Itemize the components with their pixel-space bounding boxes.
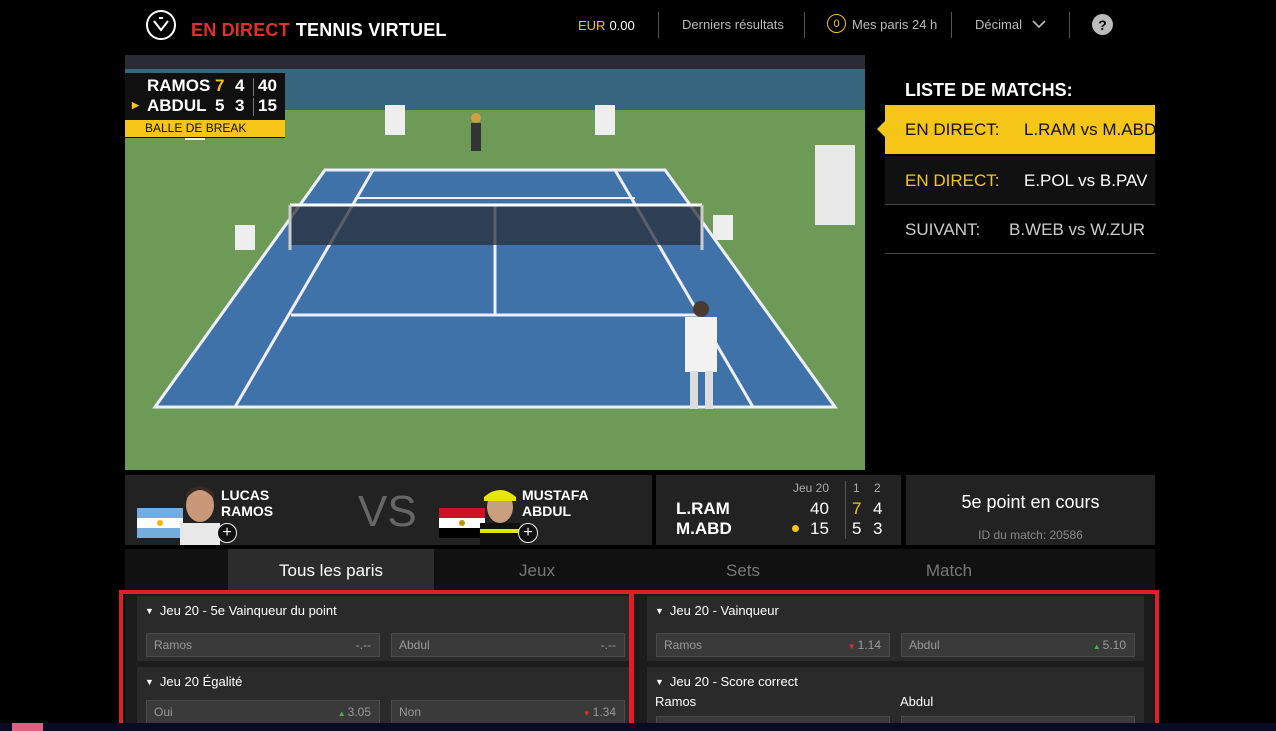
bottom-strip [0, 723, 1276, 731]
game-number: Jeu 20 [793, 481, 830, 495]
match-id: ID du match: 20586 [978, 528, 1083, 542]
highlight-box [119, 590, 633, 731]
divider [253, 78, 254, 96]
balance-value: 0.00 [609, 18, 635, 33]
bet-tabs: Tous les paris Jeux Sets Match [125, 549, 1155, 591]
scoreboard-set1: 5 [215, 96, 225, 115]
scoreboard-player-name: RAMOS [147, 76, 211, 95]
player2-last-name: ABDUL [522, 503, 571, 519]
taskbar-tab[interactable] [12, 723, 43, 731]
odds-format-select[interactable]: Décimal [975, 17, 1046, 32]
live-set: 4 [873, 499, 883, 518]
match-list-item-label: EN DIRECT: [905, 120, 1000, 139]
versus-label: VS [358, 487, 417, 536]
scoreboard-row: ▶ ABDUL 5 3 15 [125, 96, 285, 116]
brand-logo-icon[interactable] [146, 10, 176, 40]
match-list-item-teams: E.POL vs B.PAV [1024, 171, 1148, 190]
title-main: TENNIS VIRTUEL [295, 20, 447, 40]
app-root: EN DIRECT TENNIS VIRTUEL EUR 0.00 Derniers… [0, 0, 1276, 731]
live-set: 7 [852, 499, 862, 518]
scoreboard-set2: 3 [235, 96, 245, 115]
divider [1069, 12, 1070, 38]
currency-label: EUR [578, 18, 606, 33]
tab-match[interactable]: Match [846, 549, 1052, 591]
scoreboard-set1: 7 [215, 76, 225, 95]
set-header: 2 [874, 481, 881, 495]
serve-dot-icon [792, 525, 799, 532]
divider [804, 12, 805, 38]
point-status-panel: 5e point en cours ID du match: 20586 [906, 475, 1155, 545]
scoreboard-set2: 4 [235, 76, 245, 95]
player2-first-name: MUSTAFA [522, 487, 589, 503]
my-bets-link[interactable]: Mes paris 24 h [852, 17, 937, 32]
point-status: 5e point en cours [961, 492, 1100, 512]
scoreboard-points: 15 [258, 96, 277, 115]
add-player-button[interactable]: + [518, 523, 538, 543]
title-live: EN DIRECT [191, 20, 290, 40]
live-points: 15 [810, 519, 829, 538]
header: EN DIRECT TENNIS VIRTUEL EUR 0.00 Derniers… [0, 0, 1276, 52]
balance: EUR 0.00 [578, 18, 635, 33]
break-point-banner: BALLE DE BREAK [125, 120, 285, 137]
recent-results-link[interactable]: Derniers résultats [682, 17, 784, 32]
live-set: 5 [852, 519, 862, 538]
active-pointer-icon [877, 121, 885, 137]
tab-all-bets[interactable]: Tous les paris [228, 549, 434, 591]
match-list-item[interactable]: EN DIRECT: E.POL vs B.PAV [885, 156, 1155, 205]
divider [951, 12, 952, 38]
chevron-down-icon [1032, 20, 1046, 29]
live-score-panel: Jeu 20 1 2 L.RAM M.ABD 40 15 7 4 5 3 [656, 475, 901, 545]
scoreboard-player-name: ABDUL [147, 96, 207, 115]
match-list-item-teams: B.WEB vs W.ZUR [1009, 220, 1145, 239]
odds-format-label: Décimal [975, 17, 1022, 32]
divider [658, 12, 659, 38]
match-list-item-label: EN DIRECT: [905, 171, 1000, 190]
tab-sets[interactable]: Sets [640, 549, 846, 591]
live-points: 40 [810, 499, 829, 518]
live-player2: M.ABD [676, 519, 732, 538]
set-header: 1 [853, 481, 860, 495]
serve-indicator-icon: ▶ [132, 100, 139, 110]
add-player-button[interactable]: + [217, 523, 237, 543]
live-player1: L.RAM [676, 499, 730, 518]
divider [845, 481, 846, 539]
live-set: 3 [873, 519, 883, 538]
match-list-item-label: SUIVANT: [905, 220, 981, 239]
scoreboard-row: RAMOS 7 4 40 [125, 76, 285, 96]
highlight-box [630, 590, 1159, 731]
help-icon[interactable]: ? [1092, 14, 1113, 35]
match-list-item[interactable]: EN DIRECT: L.RAM vs M.ABD [885, 105, 1157, 154]
player2-name: MUSTAFA ABDUL [522, 487, 589, 519]
player1-name: LUCAS RAMOS [221, 487, 273, 519]
player1-last-name: RAMOS [221, 503, 274, 519]
match-list-title: LISTE DE MATCHS: [905, 80, 1073, 100]
players-panel: + LUCAS RAMOS VS + MUSTAFA ABDUL [125, 475, 652, 545]
match-list-item-teams: L.RAM vs M.ABD [1024, 120, 1157, 139]
scoreboard-points: 40 [258, 76, 277, 95]
divider [253, 98, 254, 116]
match-list-item[interactable]: SUIVANT: B.WEB vs W.ZUR [885, 205, 1155, 254]
tab-games[interactable]: Jeux [434, 549, 640, 591]
page-title: EN DIRECT TENNIS VIRTUEL [191, 20, 447, 41]
player1-first-name: LUCAS [221, 487, 270, 503]
bets-count-badge: 0 [827, 14, 846, 33]
